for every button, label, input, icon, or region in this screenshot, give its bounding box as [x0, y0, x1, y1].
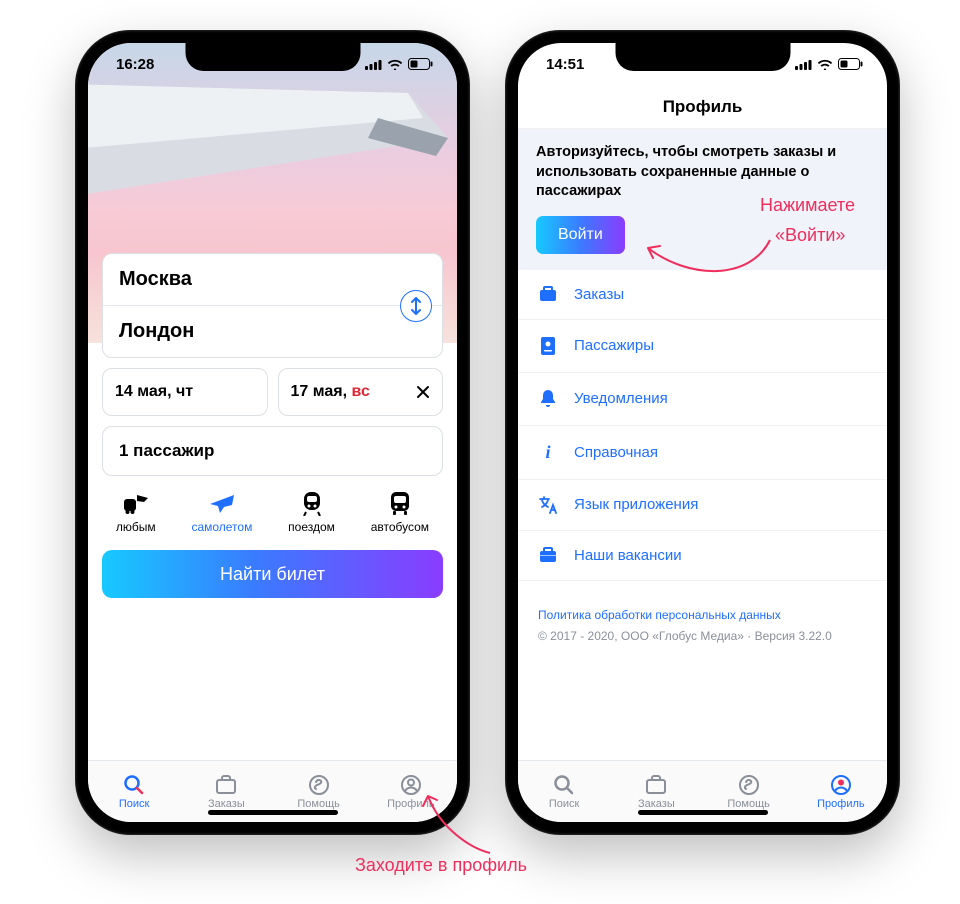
return-date-input[interactable]: 17 мая, вс	[278, 368, 444, 416]
profile-icon	[400, 774, 422, 796]
status-time: 16:28	[116, 56, 154, 73]
search-icon	[553, 774, 575, 796]
menu-item-passengers[interactable]: Пассажиры	[518, 320, 887, 373]
info-icon: i	[538, 442, 558, 463]
bus-icon	[388, 490, 412, 516]
search-icon	[123, 774, 145, 796]
transport-bus[interactable]: автобусом	[371, 490, 429, 534]
transport-train[interactable]: поездом	[288, 490, 335, 534]
translate-icon	[538, 496, 558, 514]
tab-profile[interactable]: Профиль	[795, 761, 887, 822]
transport-type-tabs: любым самолетом поездом автобусом	[98, 490, 447, 534]
menu-item-help[interactable]: i Справочная	[518, 426, 887, 480]
signal-icon	[795, 59, 812, 70]
bell-icon	[539, 389, 557, 409]
tab-search[interactable]: Поиск	[518, 761, 610, 822]
help-icon	[738, 774, 760, 796]
annotation-press-login-1: Нажимаете	[760, 195, 855, 216]
phone-mockup-profile: 14:51 Профиль Авторизуйтесь, чтобы смотр…	[505, 30, 900, 835]
depart-date-text: 14 мая, чт	[115, 383, 193, 401]
briefcase-icon	[539, 286, 557, 302]
passengers-input[interactable]: 1 пассажир	[102, 426, 443, 476]
battery-icon	[408, 58, 433, 70]
menu-item-language[interactable]: Язык приложения	[518, 480, 887, 531]
train-icon	[300, 490, 324, 516]
passport-icon	[540, 336, 556, 356]
clear-date-icon[interactable]	[416, 385, 430, 399]
wifi-icon	[817, 59, 833, 70]
signal-icon	[365, 59, 382, 70]
swap-cities-button[interactable]	[400, 290, 432, 322]
auth-message: Авторизуйтесь, чтобы смотреть заказы и и…	[536, 143, 869, 202]
tab-search[interactable]: Поиск	[88, 761, 180, 822]
jobs-icon	[539, 547, 557, 563]
help-icon	[308, 774, 330, 796]
to-city-input[interactable]: Лондон	[103, 306, 442, 357]
device-notch	[185, 43, 360, 71]
login-button[interactable]: Войти	[536, 216, 625, 254]
footer: Политика обработки персональных данных ©…	[518, 581, 887, 648]
copyright-text: © 2017 - 2020, ООО «Глобус Медиа» · Верс…	[538, 629, 832, 643]
find-ticket-button[interactable]: Найти билет	[102, 550, 443, 598]
from-city-input[interactable]: Москва	[103, 254, 442, 305]
annotation-goto-profile: Заходите в профиль	[355, 855, 527, 876]
depart-date-input[interactable]: 14 мая, чт	[102, 368, 268, 416]
annotation-arrow-login	[640, 230, 780, 290]
phone-mockup-search: 16:28 Москва Лондон	[75, 30, 470, 835]
profile-icon	[830, 774, 852, 796]
orders-icon	[645, 775, 667, 795]
annotation-arrow-profile	[420, 788, 500, 858]
swap-icon	[409, 297, 423, 315]
wifi-icon	[387, 59, 403, 70]
return-date-text: 17 мая, вс	[291, 383, 370, 401]
home-indicator	[638, 810, 768, 815]
transport-plane[interactable]: самолетом	[191, 490, 252, 534]
transport-any[interactable]: любым	[116, 490, 156, 534]
profile-menu: Заказы Пассажиры Уведомления i Справочна…	[518, 270, 887, 581]
status-time: 14:51	[546, 56, 584, 73]
orders-icon	[215, 775, 237, 795]
annotation-press-login-2: «Войти»	[775, 225, 845, 246]
home-indicator	[208, 810, 338, 815]
device-notch	[615, 43, 790, 71]
menu-item-notifications[interactable]: Уведомления	[518, 373, 887, 426]
mixed-transport-icon	[122, 491, 150, 515]
route-box: Москва Лондон	[102, 253, 443, 358]
plane-icon	[208, 491, 236, 515]
screen-title: Профиль	[518, 85, 887, 129]
menu-item-jobs[interactable]: Наши вакансии	[518, 531, 887, 581]
privacy-policy-link[interactable]: Политика обработки персональных данных	[538, 608, 781, 622]
airplane-wing-illustration	[88, 83, 457, 233]
battery-icon	[838, 58, 863, 70]
